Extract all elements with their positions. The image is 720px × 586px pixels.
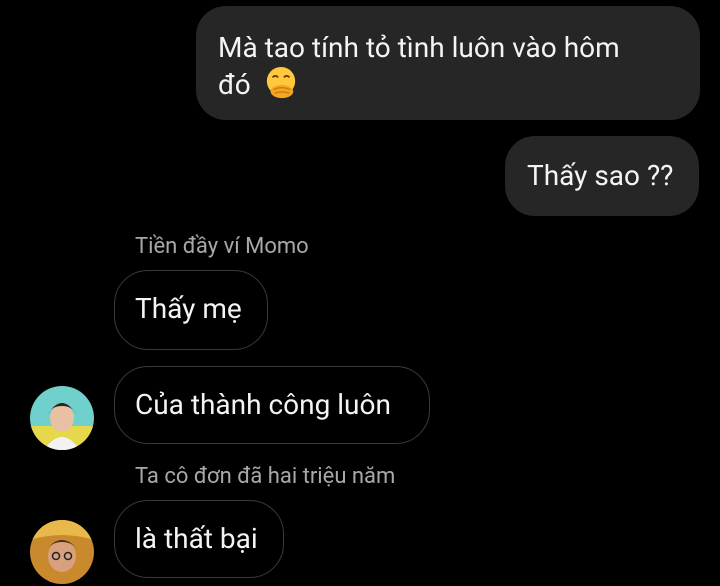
hand-over-mouth-emoji-icon (266, 66, 295, 99)
message-text-line: Mà tao tính tỏ tình luôn vào hôm (218, 31, 620, 64)
message-text: Thấy sao ?? (527, 159, 674, 192)
sent-message-bubble[interactable]: Mà tao tính tỏ tình luôn vào hôm đó (196, 6, 700, 120)
sender-name: Ta cô đơn đã hai triệu năm (135, 464, 396, 489)
avatar-photo-icon (30, 386, 94, 450)
avatar[interactable] (30, 520, 94, 584)
message-text: Thấy mẹ (135, 292, 242, 325)
message-text-line: đó (218, 66, 678, 103)
avatar[interactable] (30, 386, 94, 450)
received-message-bubble[interactable]: là thất bại (114, 500, 284, 578)
message-text: là thất bại (135, 522, 258, 555)
received-message-bubble[interactable]: Của thành công luôn (114, 366, 430, 444)
message-text: Của thành công luôn (135, 388, 391, 421)
received-message-bubble[interactable]: Thấy mẹ (114, 270, 268, 350)
avatar-photo-icon (30, 520, 94, 584)
sender-name: Tiền đầy ví Momo (135, 234, 309, 259)
message-text: đó (218, 68, 251, 101)
chat-thread: Mà tao tính tỏ tình luôn vào hôm đó Thấy… (0, 0, 720, 586)
sent-message-bubble[interactable]: Thấy sao ?? (505, 136, 699, 216)
